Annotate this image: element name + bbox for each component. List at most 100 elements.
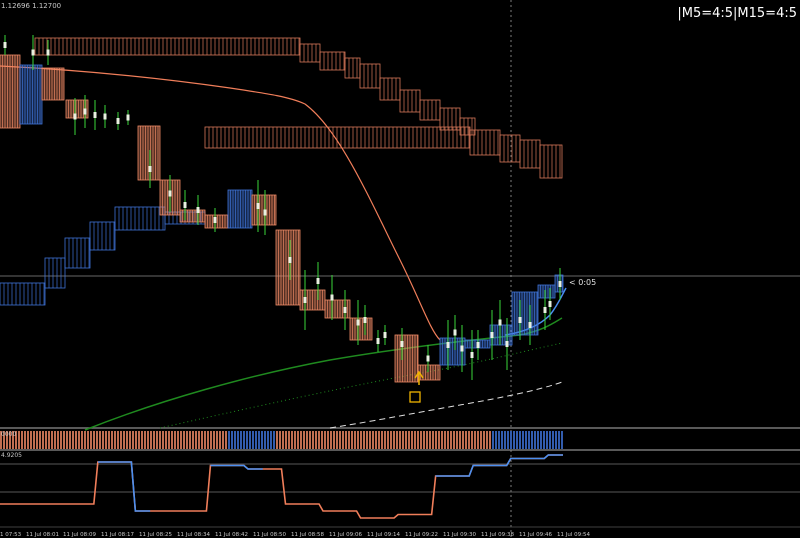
candle-small-body xyxy=(356,319,360,326)
candle-small-body xyxy=(400,341,404,347)
candle-small-body xyxy=(543,307,547,313)
time-axis-label: 11 Jul 08:34 xyxy=(177,532,210,538)
candle-small-body xyxy=(330,294,334,301)
candle-small-body xyxy=(126,114,130,121)
time-axis-label: 11 Jul 08:01 xyxy=(26,532,59,538)
candle-small-body xyxy=(558,281,562,287)
cloud-upper-segment xyxy=(379,77,401,101)
time-axis-label: 11 Jul 08:25 xyxy=(139,532,172,538)
cloud-upper-segment xyxy=(399,89,421,113)
bull-candle-body xyxy=(537,284,556,299)
candle-small-body xyxy=(213,217,217,223)
cloud-upper-segment-outline xyxy=(379,77,401,101)
cloud-right-segment xyxy=(499,134,521,163)
bull-candle-body-outline xyxy=(19,64,43,125)
candle-small-body xyxy=(303,297,307,303)
cloud-upper-segment-outline xyxy=(459,117,476,136)
bear-candle-body-outline xyxy=(349,317,373,341)
cloud-right-segment xyxy=(204,126,471,149)
candle-small-body xyxy=(490,332,494,338)
cloud-bull-segment-outline xyxy=(114,206,166,231)
cloud-upper-segment xyxy=(299,43,321,63)
candle-small-body xyxy=(383,332,387,338)
candle-small-body xyxy=(518,317,522,323)
cloud-bull-segment xyxy=(114,206,166,231)
cloud-bull-segment xyxy=(89,221,116,251)
candle-small-body xyxy=(446,342,450,348)
bear-candle-body-outline xyxy=(41,67,65,101)
cloud-upper-segment-outline xyxy=(399,89,421,113)
subwindow1-value-label: 0000 xyxy=(1,431,17,438)
cloud-right-segment-outline xyxy=(499,134,521,163)
time-axis-label: 11 Jul 08:09 xyxy=(63,532,96,538)
cloud-right-segment xyxy=(469,129,501,156)
cloud-bull-segment xyxy=(44,257,66,289)
bull-candle-body-outline xyxy=(227,189,253,229)
cloud-upper-segment xyxy=(459,117,476,136)
bull-candle-body xyxy=(19,64,43,125)
candle-small-body xyxy=(288,257,292,263)
candle-small-body xyxy=(168,190,172,197)
cloud-bull-segment xyxy=(0,282,46,306)
candle-countdown-label: < 0:05 xyxy=(569,278,597,287)
candle-small-body xyxy=(376,338,380,344)
timeframe-strength-label: |M5=4:5|M15=4:5 xyxy=(677,6,797,21)
white-dashed-ma-line xyxy=(329,381,563,429)
time-axis-label: 11 Jul 09:38 xyxy=(481,532,514,538)
bear-candle-body xyxy=(417,364,441,381)
chart-canvas[interactable]: 1 07:53 11 Jul 08:01 11 Jul 08:09 11 Jul 08… xyxy=(0,0,800,538)
cloud-right-segment xyxy=(519,139,541,169)
cloud-right-segment-outline xyxy=(539,144,563,179)
subwindow1-histogram xyxy=(0,431,563,449)
cloud-right-segment-outline xyxy=(519,139,541,169)
candles-group xyxy=(0,54,564,383)
time-axis-label: 11 Jul 08:50 xyxy=(253,532,286,538)
cloud-bear-right xyxy=(204,126,563,179)
subwindow2-blue-segment xyxy=(435,454,563,477)
bear-candle-body xyxy=(179,209,206,223)
cloud-upper-segment-outline xyxy=(419,99,441,121)
time-axis-label: 11 Jul 09:06 xyxy=(329,532,362,538)
cloud-upper-segment xyxy=(319,51,346,71)
candle-small-body xyxy=(548,301,552,307)
candle-small-body xyxy=(528,322,532,328)
candle-small-body xyxy=(46,49,50,56)
subwindow2-value-label: 4.9205 xyxy=(1,452,22,459)
cloud-upper-segment xyxy=(419,99,441,121)
chart-window[interactable]: 1 07:53 11 Jul 08:01 11 Jul 08:09 11 Jul 08… xyxy=(0,0,800,538)
time-axis-label: 11 Jul 08:42 xyxy=(215,532,248,538)
candle-small-body xyxy=(343,307,347,313)
candle-small-body xyxy=(103,113,107,120)
price-header-label: 1.12696 1.12700 xyxy=(1,2,62,10)
time-axis-label: 1 07:53 xyxy=(0,532,22,538)
cloud-upper-segment-outline xyxy=(299,43,321,63)
time-axis-label: 11 Jul 09:22 xyxy=(405,532,438,538)
bear-candle-body-outline xyxy=(417,364,441,381)
candle-small-body xyxy=(263,209,267,216)
candle-small-body xyxy=(505,341,509,347)
cloud-bull-segment-outline xyxy=(0,282,46,306)
candle-small-body xyxy=(460,345,464,352)
wicks-group xyxy=(3,35,562,380)
candle-small-body xyxy=(426,355,430,362)
candle-small-body xyxy=(73,113,77,120)
cloud-right-segment-outline xyxy=(469,129,501,156)
bear-candle-body xyxy=(349,317,373,341)
candle-small-body xyxy=(470,352,474,358)
candle-small-body xyxy=(196,207,200,213)
candle-small-body xyxy=(183,202,187,208)
time-axis-label: 11 Jul 09:30 xyxy=(443,532,476,538)
bear-candle-body-outline xyxy=(394,334,419,383)
bull-candle-body-outline xyxy=(511,291,539,336)
candle-small-body xyxy=(476,342,480,348)
subwindow2-blue-segment xyxy=(97,461,151,512)
time-axis-label: 11 Jul 09:54 xyxy=(557,532,590,538)
candle-small-body xyxy=(363,317,367,323)
cloud-upper-segment xyxy=(359,63,381,89)
cloud-right-segment xyxy=(539,144,563,179)
cloud-upper-segment xyxy=(34,37,301,56)
bull-candle-body xyxy=(227,189,253,229)
candle-small-body xyxy=(116,118,120,124)
candle-small-body xyxy=(256,203,260,209)
cloud-bear-upper xyxy=(34,37,476,136)
